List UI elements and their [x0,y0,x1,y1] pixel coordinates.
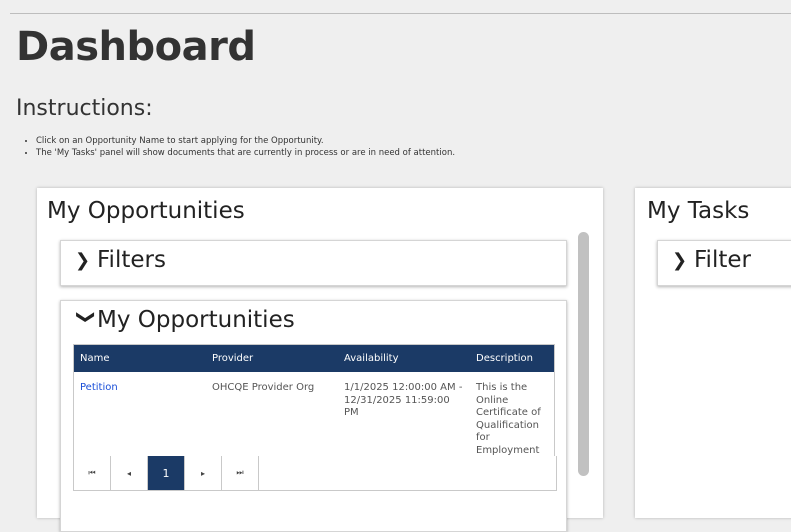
filters-accordion[interactable]: ❯ Filters [60,240,567,286]
opportunity-link[interactable]: Petition [80,382,118,393]
instructions-heading: Instructions: [16,96,153,121]
opportunities-accordion: ❯ My Opportunities Name Provider Availab… [60,300,567,532]
page-title: Dashboard [16,24,256,70]
next-page-button[interactable]: ▸ [185,456,222,490]
instruction-item: Click on an Opportunity Name to start ap… [36,135,455,147]
opportunities-list-title: My Opportunities [97,307,295,333]
first-page-button[interactable]: ⏮ [74,456,111,490]
tasks-filter-header[interactable]: ❯ Filter [672,247,751,273]
my-opportunities-panel: My Opportunities ❯ Filters ❯ My Opportun… [37,188,603,532]
panel-title: My Tasks [647,198,750,224]
last-page-button[interactable]: ⏭ [222,456,259,490]
instructions-list: Click on an Opportunity Name to start ap… [26,135,455,159]
instruction-item: The 'My Tasks' panel will show documents… [36,147,455,159]
filters-accordion-header[interactable]: ❯ Filters [75,247,166,273]
column-header-availability[interactable]: Availability [338,344,470,372]
page-number: 1 [162,466,170,480]
previous-page-icon: ◂ [126,468,131,478]
table-header-row: Name Provider Availability Description [73,344,555,372]
column-header-description[interactable]: Description [470,344,555,372]
tasks-filter-label: Filter [694,247,751,273]
page-1-button[interactable]: 1 [148,456,185,490]
chevron-down-icon: ❯ [75,309,97,325]
chevron-right-icon: ❯ [75,249,91,271]
filters-label: Filters [97,247,166,273]
opportunities-accordion-header[interactable]: ❯ My Opportunities [75,307,295,333]
pagination: ⏮ ◂ 1 ▸ ⏭ [73,456,557,491]
column-header-provider[interactable]: Provider [206,344,338,372]
chevron-right-icon: ❯ [672,249,688,271]
previous-page-button[interactable]: ◂ [111,456,148,490]
first-page-icon: ⏮ [88,468,96,477]
panel-title: My Opportunities [47,198,245,224]
next-page-icon: ▸ [200,468,205,478]
column-header-name[interactable]: Name [73,344,206,372]
last-page-icon: ⏭ [236,468,244,477]
scrollbar-thumb[interactable] [578,232,589,476]
my-tasks-panel: My Tasks ❯ Filter [635,188,791,518]
tasks-filter-accordion[interactable]: ❯ Filter [657,240,791,286]
top-divider [10,13,791,14]
